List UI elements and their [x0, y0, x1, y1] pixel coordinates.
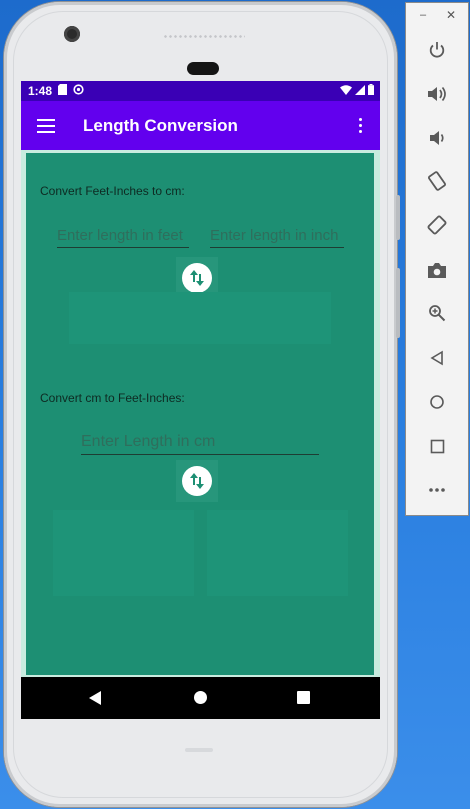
hamburger-menu-icon[interactable] — [37, 118, 55, 133]
home-icon[interactable] — [422, 389, 452, 415]
content-area: Convert Feet-Inches to cm: Enter length … — [21, 150, 380, 677]
back-icon[interactable] — [422, 345, 452, 371]
wifi-icon — [340, 84, 352, 98]
sync-icon — [73, 84, 84, 98]
navigation-bar — [21, 677, 380, 719]
feet-inches-to-cm-label: Convert Feet-Inches to cm: — [40, 184, 185, 198]
overview-icon[interactable] — [422, 433, 452, 459]
power-icon[interactable] — [422, 37, 452, 63]
battery-icon — [368, 84, 374, 98]
power-side-button — [396, 195, 400, 240]
minimize-button[interactable]: – — [420, 9, 426, 21]
nav-recents-icon[interactable] — [297, 691, 310, 704]
cm-result-box — [69, 292, 331, 344]
convert-to-feet-inches-button[interactable] — [176, 460, 218, 502]
close-button[interactable]: ✕ — [446, 8, 456, 22]
cm-to-feet-inches-label: Convert cm to Feet-Inches: — [40, 391, 185, 405]
status-bar: 1:48 — [21, 81, 380, 101]
status-right-icons — [340, 84, 374, 98]
status-time: 1:48 — [28, 84, 53, 98]
emulator-window-controls: – ✕ — [406, 8, 468, 25]
emulator-toolbar: – ✕ — [405, 2, 469, 516]
rotate-left-icon[interactable] — [422, 168, 452, 194]
sd-card-icon — [58, 84, 68, 98]
bottom-speaker — [185, 748, 213, 752]
inches-result-box — [207, 510, 348, 596]
volume-side-button — [396, 268, 400, 338]
swap-vert-icon — [182, 466, 212, 496]
device-screen: 1:48 Length Conversion Convert Feet-Inch… — [21, 81, 380, 719]
rotate-right-icon[interactable] — [422, 212, 452, 238]
app-title: Length Conversion — [83, 115, 238, 135]
more-icon[interactable] — [422, 477, 452, 503]
inch-input[interactable]: Enter length in inch — [210, 227, 344, 248]
overflow-menu-icon[interactable] — [359, 118, 363, 133]
app-bar: Length Conversion — [21, 101, 380, 150]
nav-home-icon[interactable] — [194, 691, 207, 704]
signal-icon — [355, 84, 365, 98]
nav-back-icon[interactable] — [89, 691, 101, 705]
front-camera — [64, 26, 80, 42]
zoom-icon[interactable] — [422, 300, 452, 326]
cm-input[interactable]: Enter Length in cm — [81, 433, 319, 455]
feet-input[interactable]: Enter length in feet — [57, 227, 189, 248]
top-speaker-grille — [163, 34, 245, 39]
volume-down-icon[interactable] — [422, 125, 452, 151]
swap-vert-icon — [182, 263, 212, 293]
feet-result-box — [53, 510, 194, 596]
volume-up-icon[interactable] — [422, 81, 452, 107]
earpiece — [187, 62, 219, 75]
camera-icon[interactable] — [422, 257, 452, 283]
converter-panel: Convert Feet-Inches to cm: Enter length … — [26, 153, 374, 675]
